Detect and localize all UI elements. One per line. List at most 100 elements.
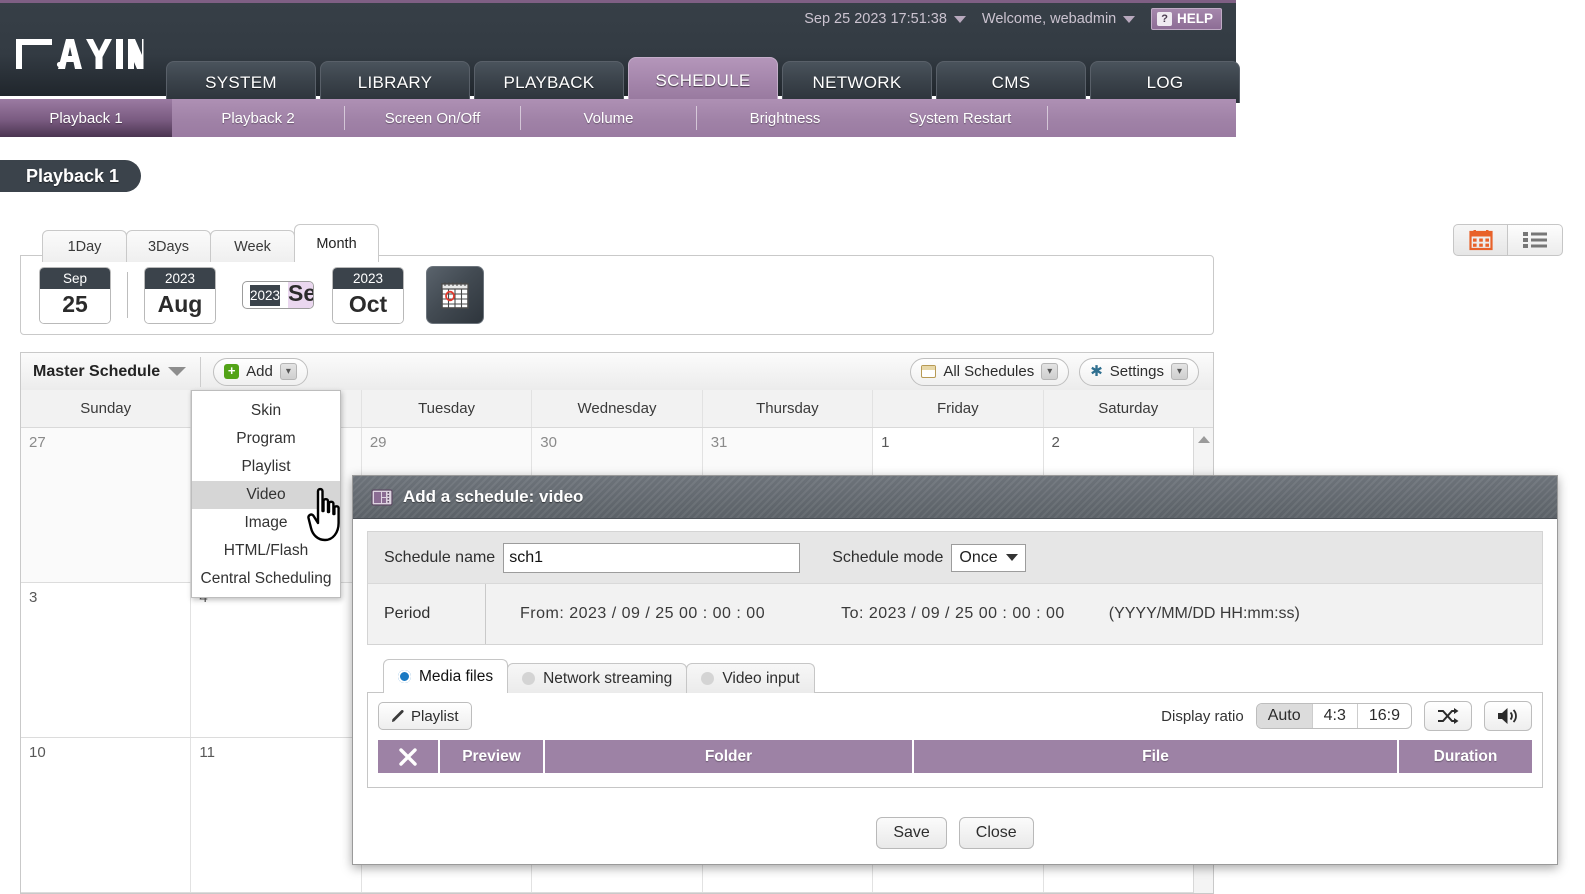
playlist-label: Playlist	[411, 707, 459, 725]
ratio-option-16-9[interactable]: 16:9	[1358, 704, 1411, 728]
media-files-panel: Playlist Display ratio Auto 4:3 16:9 Pre…	[367, 692, 1543, 788]
close-x-icon	[399, 747, 417, 766]
menu-item-program[interactable]: Program	[192, 425, 340, 453]
period-format-hint: (YYYY/MM/DD HH:mm:ss)	[1108, 605, 1300, 622]
list-view-button[interactable]	[1508, 224, 1563, 256]
nav-tab-system[interactable]: SYSTEM	[166, 61, 316, 103]
schedule-mode-value: Once	[959, 548, 998, 566]
tab-network-streaming[interactable]: Network streaming	[507, 663, 688, 693]
menu-item-html-flash[interactable]: HTML/Flash	[192, 537, 340, 565]
save-button[interactable]: Save	[876, 817, 947, 849]
nav-tab-label: LIBRARY	[357, 72, 433, 92]
menu-item-central-scheduling[interactable]: Central Scheduling	[192, 565, 340, 593]
add-button-wrap: + Add ▾	[213, 357, 308, 386]
subnav-volume[interactable]: Volume	[521, 99, 696, 137]
day-number: 27	[29, 434, 46, 451]
tab-label: Video input	[722, 669, 800, 687]
page-title-text: Playback 1	[26, 165, 120, 186]
page-title: Playback 1	[0, 160, 142, 192]
datetime-dropdown[interactable]: Sep 25 2023 17:51:38	[804, 11, 966, 27]
radio-unselected-icon	[522, 672, 536, 685]
day-number: 29	[369, 434, 387, 451]
subnav-playback-2[interactable]: Playback 2	[172, 99, 344, 137]
tab-label: Media files	[419, 667, 494, 685]
nav-tab-schedule[interactable]: SCHEDULE	[628, 57, 778, 103]
subnav-system-restart[interactable]: System Restart	[873, 99, 1047, 137]
chip-year-label: 2023	[333, 267, 403, 289]
subnav-label: Volume	[583, 109, 634, 127]
display-ratio-controls: Display ratio Auto 4:3 16:9	[1161, 701, 1532, 731]
subnav-label: Playback 1	[49, 109, 123, 127]
date-chip-aug[interactable]: 2023 Aug	[144, 266, 216, 324]
nav-tab-log[interactable]: LOG	[1090, 61, 1240, 103]
calendar-picker-icon	[441, 282, 469, 309]
table-header-delete[interactable]	[378, 740, 440, 773]
menu-item-label: Central Scheduling	[200, 570, 332, 587]
modal-source-tabs: Media files Network streaming Video inpu…	[367, 659, 1543, 693]
period-from-value[interactable]: From: 2023 / 09 / 25 00 : 00 : 00	[520, 605, 765, 623]
shuffle-button[interactable]	[1424, 701, 1472, 731]
subnav-playback-1[interactable]: Playback 1	[0, 99, 172, 137]
date-chip-day[interactable]: Sep 25	[39, 266, 111, 324]
help-button[interactable]: ? HELP	[1151, 8, 1222, 30]
period-to-value[interactable]: To: 2023 / 09 / 25 00 : 00 : 00	[841, 605, 1065, 623]
nav-tab-playback[interactable]: PLAYBACK	[474, 61, 624, 103]
day-header-thursday: Thursday	[703, 390, 874, 427]
menu-item-label: Playlist	[241, 458, 291, 475]
nav-tab-label: CMS	[991, 72, 1031, 92]
date-chip-sep[interactable]: 2023 Sep	[242, 281, 314, 309]
subnav-divider	[1047, 106, 1048, 130]
tab-video-input[interactable]: Video input	[686, 663, 815, 693]
calendar-day-cell[interactable]: 27	[21, 428, 192, 582]
chevron-down-icon	[168, 367, 187, 376]
master-schedule-selector[interactable]: Master Schedule	[21, 363, 200, 381]
add-label: Add	[246, 363, 273, 380]
add-button[interactable]: + Add ▾	[213, 357, 308, 386]
settings-button[interactable]: ✱ Settings ▾	[1079, 357, 1199, 386]
ratio-option-auto[interactable]: Auto	[1256, 704, 1313, 728]
user-menu-dropdown[interactable]: Welcome, webadmin	[982, 11, 1136, 27]
table-header-preview: Preview	[440, 740, 545, 773]
subnav-brightness[interactable]: Brightness	[697, 99, 873, 137]
calendar-day-cell[interactable]: 10	[21, 738, 192, 892]
tab-label: Week	[234, 238, 271, 255]
tab-week[interactable]: Week	[210, 230, 295, 262]
calendar-view-button[interactable]	[1453, 224, 1508, 256]
tab-month[interactable]: Month	[294, 224, 379, 262]
close-button[interactable]: Close	[958, 817, 1034, 849]
menu-item-image[interactable]: Image	[192, 509, 340, 537]
ratio-option-4-3[interactable]: 4:3	[1313, 704, 1358, 728]
menu-item-skin[interactable]: Skin	[192, 397, 340, 425]
all-schedules-button[interactable]: All Schedules ▾	[910, 357, 1070, 386]
schedule-mode-label: Schedule mode	[832, 548, 944, 566]
schedule-mode-select[interactable]: Once	[951, 543, 1026, 572]
menu-item-video[interactable]: Video	[192, 481, 340, 509]
menu-item-label: Video	[246, 486, 286, 503]
menu-item-playlist[interactable]: Playlist	[192, 453, 340, 481]
subnav-label: Playback 2	[221, 109, 295, 127]
calendar-day-cell[interactable]: 4	[191, 583, 362, 737]
nav-tab-network[interactable]: NETWORK	[782, 61, 932, 103]
date-chips: Sep 25 2023 Aug 2023 Sep 2023 Oct	[39, 266, 484, 324]
calendar-day-cell[interactable]: 3	[21, 583, 192, 737]
volume-button[interactable]	[1484, 701, 1532, 731]
tab-media-files[interactable]: Media files	[383, 659, 509, 693]
nav-tab-cms[interactable]: CMS	[936, 61, 1086, 103]
subnav-screen-on-off[interactable]: Screen On/Off	[345, 99, 520, 137]
playlist-button[interactable]: Playlist	[378, 702, 472, 730]
date-chip-oct[interactable]: 2023 Oct	[332, 266, 404, 324]
display-ratio-segmented: Auto 4:3 16:9	[1255, 703, 1412, 729]
all-schedules-label: All Schedules	[943, 363, 1035, 380]
calendar-day-cell[interactable]: 11	[191, 738, 362, 892]
schedule-name-input[interactable]	[503, 542, 801, 573]
table-header-file: File	[914, 740, 1399, 773]
ratio-label: Auto	[1267, 707, 1301, 724]
nav-tab-library[interactable]: LIBRARY	[320, 61, 470, 103]
calendar-view-icon	[1468, 230, 1493, 251]
tab-3days[interactable]: 3Days	[126, 230, 211, 262]
calendar-picker-button[interactable]	[426, 266, 484, 324]
scroll-up-arrow-icon[interactable]	[1197, 436, 1210, 443]
view-tabs: 1Day 3Days Week Month	[42, 224, 379, 262]
tab-1day[interactable]: 1Day	[42, 230, 127, 262]
chevron-down-icon	[953, 15, 966, 23]
